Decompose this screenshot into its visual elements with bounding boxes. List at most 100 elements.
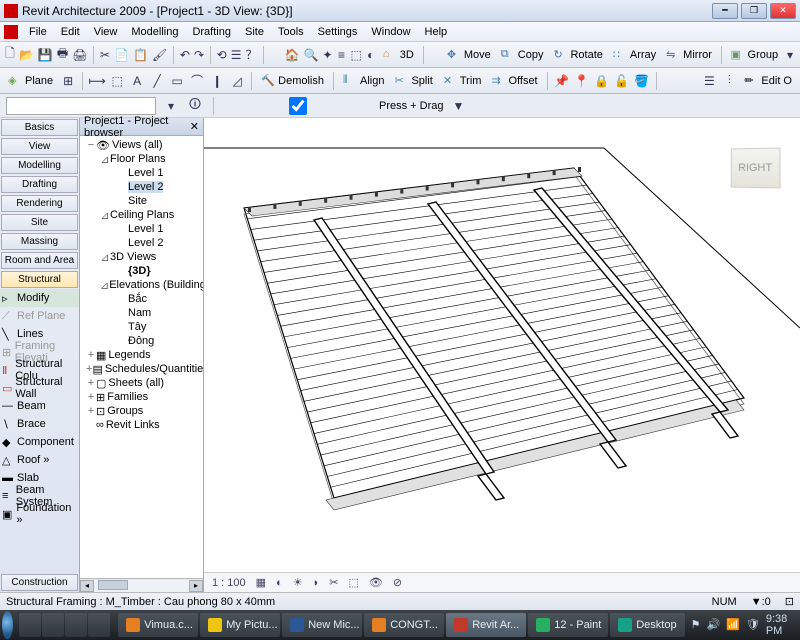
tree-node[interactable]: Tây xyxy=(82,320,201,334)
tree-node[interactable]: ⊿Floor Plans xyxy=(82,152,201,166)
demolish-button[interactable]: 🔨Demolish xyxy=(257,74,328,88)
tab-rendering[interactable]: Rendering xyxy=(1,195,78,212)
detail-icon[interactable]: ▦ xyxy=(256,576,266,589)
tree-node[interactable]: ∞Revit Links xyxy=(82,418,201,432)
menu-window[interactable]: Window xyxy=(364,26,417,38)
designbar-item-brace[interactable]: ∖Brace xyxy=(0,415,79,433)
roof-icon[interactable]: ◿ xyxy=(228,72,246,90)
ql-desktop-icon[interactable] xyxy=(19,613,41,637)
tree-node[interactable]: Đông xyxy=(82,334,201,348)
paint-icon[interactable]: 🪣 xyxy=(633,72,651,90)
taskbar-task[interactable]: Revit Ar... xyxy=(446,613,526,637)
expand-icon[interactable]: − xyxy=(86,139,96,151)
properties-icon[interactable]: 🛈 xyxy=(186,97,204,115)
cube-icon[interactable]: ⬚ xyxy=(349,46,362,64)
arc-icon[interactable]: ⌒ xyxy=(188,72,206,90)
tab-construction[interactable]: Construction xyxy=(1,574,78,591)
tree-node[interactable]: +▢Sheets (all) xyxy=(82,376,201,390)
expand-icon[interactable]: + xyxy=(86,377,96,389)
copy-icon[interactable]: 📄 xyxy=(113,46,130,64)
wall-icon[interactable]: ❙ xyxy=(208,72,226,90)
mirror-button[interactable]: ⇋Mirror xyxy=(662,48,716,62)
trim-button[interactable]: ✕Trim xyxy=(439,74,486,88)
dynamic-view-icon[interactable]: ✦ xyxy=(321,46,333,64)
maximize-button[interactable]: ❐ xyxy=(741,3,767,19)
lines-icon[interactable]: ╱ xyxy=(148,72,166,90)
tree-node[interactable]: ⊿Ceiling Plans xyxy=(82,208,201,222)
tag-icon[interactable]: ⬚ xyxy=(108,72,126,90)
tree-node[interactable]: Level 1 xyxy=(82,222,201,236)
expand-icon[interactable]: + xyxy=(86,391,96,403)
edit-button[interactable]: ✏Edit O xyxy=(740,74,796,88)
shadow-icon[interactable]: ◗ xyxy=(313,577,320,589)
tree-node[interactable]: −👁Views (all) xyxy=(82,138,201,152)
expand-icon[interactable]: + xyxy=(86,349,96,361)
match-icon[interactable]: 🖌 xyxy=(151,46,168,64)
three-d-button[interactable]: ⌂3D xyxy=(379,48,418,62)
sun-icon[interactable]: ☀ xyxy=(293,576,303,589)
expand-icon[interactable]: ⊿ xyxy=(100,209,110,222)
unpin-icon[interactable]: 📍 xyxy=(573,72,591,90)
expand-icon[interactable]: ⊿ xyxy=(100,251,110,264)
help-icon[interactable]: ？ xyxy=(244,46,258,64)
tab-site[interactable]: Site xyxy=(1,214,78,231)
tree-node[interactable]: Level 1 xyxy=(82,166,201,180)
tree-node[interactable]: +⊞Families xyxy=(82,390,201,404)
sync-icon[interactable]: ⟲ xyxy=(216,46,228,64)
taskbar-task[interactable]: New Mic... xyxy=(282,613,362,637)
scale-label[interactable]: 1 : 100 xyxy=(212,577,246,589)
split-button[interactable]: ✂Split xyxy=(390,74,436,88)
filter-icon[interactable]: ☰ xyxy=(700,72,718,90)
scroll-right-icon[interactable]: ▸ xyxy=(189,580,203,592)
tree-node[interactable]: {3D} xyxy=(82,264,201,278)
taskbar-task[interactable]: Vimua.c... xyxy=(118,613,198,637)
tree-node[interactable]: Level 2 xyxy=(82,236,201,250)
tree-node[interactable]: +▦Legends xyxy=(82,348,201,362)
scroll-left-icon[interactable]: ◂ xyxy=(80,580,94,592)
menu-site[interactable]: Site xyxy=(238,26,271,38)
temp-hide-icon[interactable]: ⊘ xyxy=(393,576,402,589)
filter-selection-icon[interactable]: ▼ xyxy=(450,97,468,115)
rect-icon[interactable]: ▭ xyxy=(168,72,186,90)
tab-drafting[interactable]: Drafting xyxy=(1,176,78,193)
tray-sound-icon[interactable]: 🔊 xyxy=(706,618,720,632)
ql-switch-icon[interactable] xyxy=(65,613,87,637)
designbar-item-modify[interactable]: ▹Modify xyxy=(0,289,79,307)
tree-node[interactable]: Bắc xyxy=(82,292,201,306)
tab-massing[interactable]: Massing xyxy=(1,233,78,250)
start-button[interactable] xyxy=(2,611,13,639)
crop-icon[interactable]: ✂ xyxy=(329,576,338,589)
tab-view[interactable]: View xyxy=(1,138,78,155)
group-dropdown-icon[interactable]: ▾ xyxy=(784,46,796,64)
taskbar-task[interactable]: 12 - Paint xyxy=(528,613,608,637)
array-button[interactable]: ∷Array xyxy=(609,48,660,62)
grid-icon[interactable]: ⊞ xyxy=(59,72,77,90)
status-extra-icon[interactable]: ⊡ xyxy=(785,595,794,608)
zoom-icon[interactable]: 🔍 xyxy=(302,46,319,64)
designbar-item-component[interactable]: ◆Component xyxy=(0,433,79,451)
project-tree[interactable]: −👁Views (all)⊿Floor PlansLevel 1Level 2S… xyxy=(80,136,203,578)
move-button[interactable]: ✥Move xyxy=(443,48,495,62)
paste-icon[interactable]: 📋 xyxy=(132,46,149,64)
browser-close-icon[interactable]: ✕ xyxy=(190,120,199,133)
redo-icon[interactable]: ↷ xyxy=(193,46,205,64)
tab-room-area[interactable]: Room and Area xyxy=(1,252,78,269)
default3d-icon[interactable]: 🏠 xyxy=(284,46,301,64)
save-icon[interactable]: 💾 xyxy=(37,46,54,64)
designbar-item-foundation-[interactable]: ▣Foundation » xyxy=(0,505,79,523)
tree-node[interactable]: +⊡Groups xyxy=(82,404,201,418)
tree-node[interactable]: +▤Schedules/Quantitie xyxy=(82,362,201,376)
plane-button[interactable]: ◈Plane xyxy=(4,74,57,88)
tree-node[interactable]: Level 2 xyxy=(82,180,201,194)
scroll-thumb[interactable] xyxy=(98,580,128,590)
clock[interactable]: 9:38 PM xyxy=(766,613,792,637)
app-menu-icon[interactable] xyxy=(4,25,18,39)
thin-lines-icon[interactable]: ≡ xyxy=(336,46,348,64)
browser-hscroll[interactable]: ◂ ▸ xyxy=(80,578,203,592)
undo-icon[interactable]: ↶ xyxy=(179,46,191,64)
type-dropdown-icon[interactable]: ▾ xyxy=(162,97,180,115)
rotate-button[interactable]: ↻Rotate xyxy=(549,48,606,62)
align-button[interactable]: ⫴Align xyxy=(339,74,388,88)
ql-explorer-icon[interactable] xyxy=(42,613,64,637)
tray-network-icon[interactable]: 📶 xyxy=(726,618,740,632)
